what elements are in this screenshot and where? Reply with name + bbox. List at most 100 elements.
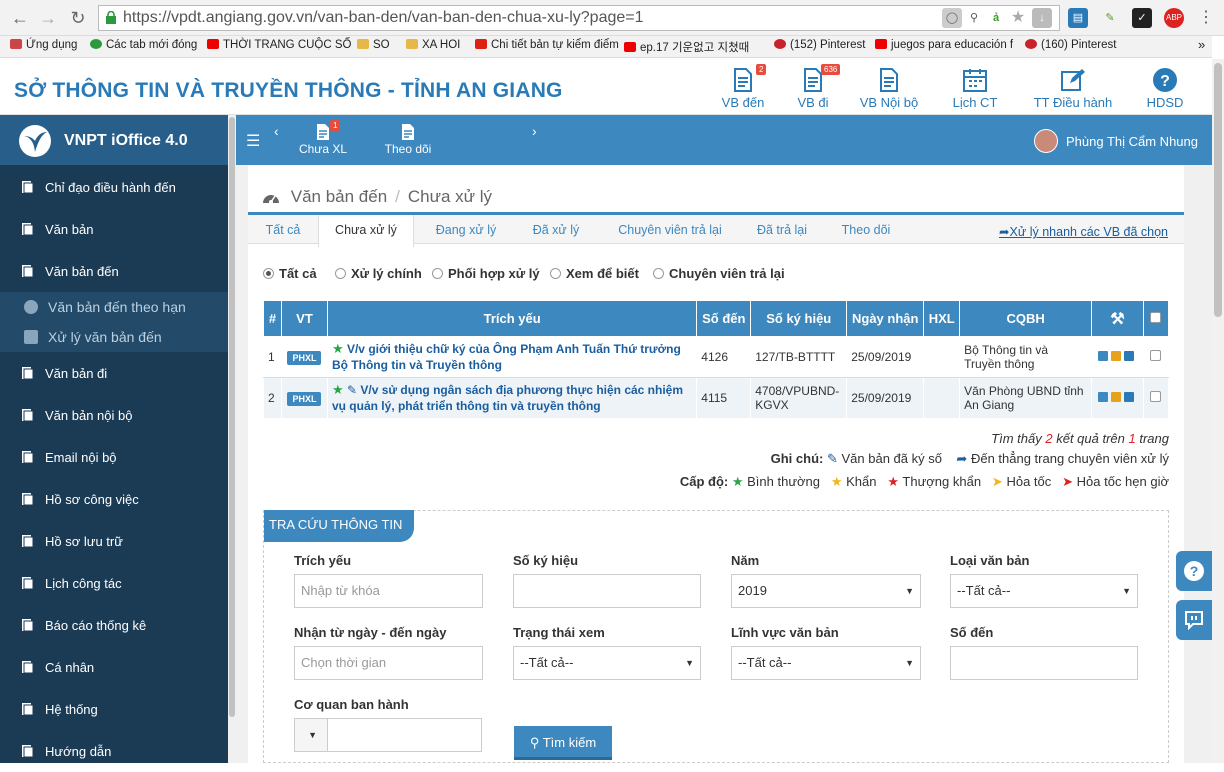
check-extension-icon[interactable]: ✓: [1132, 8, 1152, 28]
table-row[interactable]: 1 PHXL ★ V/v giới thiệu chữ ký của Ông P…: [263, 336, 1170, 378]
select-all-checkbox[interactable]: [1150, 312, 1162, 323]
trang-thai-select[interactable]: --Tất cả-- ▼: [513, 646, 701, 680]
filter-xu-ly-chinh[interactable]: Xử lý chính: [335, 266, 422, 281]
radio[interactable]: [432, 268, 443, 279]
help-float-button[interactable]: ?: [1176, 551, 1212, 591]
so-den-input[interactable]: [950, 646, 1138, 680]
co-quan-input[interactable]: [327, 718, 482, 752]
row-trich-yeu[interactable]: ★ V/v giới thiệu chữ ký của Ông Phạm Anh…: [326, 336, 698, 378]
row-select[interactable]: [1142, 377, 1170, 419]
share-icon[interactable]: [1123, 351, 1134, 361]
nav-vb-noi-bo[interactable]: VB Nội bộ: [856, 67, 922, 110]
filter-xem-de-biet[interactable]: Xem để biết: [550, 266, 639, 281]
search-button[interactable]: ⚲ Tìm kiếm: [514, 726, 612, 760]
nav-tt-dieu-hanh[interactable]: TT Điều hành: [1029, 67, 1117, 110]
shield-icon[interactable]: ◯: [942, 8, 962, 28]
sidebar-item-7[interactable]: Hồ sơ lưu trữ: [0, 520, 228, 562]
bookmark-apps[interactable]: Ứng dụng: [10, 39, 77, 51]
adblock-icon[interactable]: ABP: [1164, 8, 1184, 28]
tab-chua-xu-ly[interactable]: Chưa xử lý: [318, 215, 414, 247]
nav-lich-ct[interactable]: Lịch CT: [948, 67, 1002, 110]
nav-vb-di[interactable]: 636 VB đi: [795, 64, 841, 110]
sidebar-scroll-thumb[interactable]: [229, 117, 235, 717]
radio-checked[interactable]: [263, 268, 274, 279]
sidebar-item-8[interactable]: Lịch công tác: [0, 562, 228, 604]
tab-tat-ca[interactable]: Tất cả: [248, 215, 318, 246]
breadcrumb-parent[interactable]: Văn bản đến: [291, 187, 387, 206]
sidebar-subitem-1[interactable]: Xử lý văn bản đến: [0, 322, 228, 352]
org-chart-icon[interactable]: [1097, 351, 1108, 361]
bookmark-so[interactable]: SO: [357, 39, 390, 51]
sidebar-item-12[interactable]: Hướng dẫn: [0, 730, 228, 772]
star-icon[interactable]: ★: [1008, 8, 1028, 28]
chevron-left-icon[interactable]: ‹: [274, 123, 279, 139]
sidebar-subitem-0[interactable]: Văn bản đến theo hạn: [0, 292, 228, 322]
org-chart-icon[interactable]: [1097, 392, 1108, 402]
row-checkbox[interactable]: [1150, 350, 1162, 361]
sidebar-item-10[interactable]: Cá nhân: [0, 646, 228, 688]
reload-icon[interactable]: ↻: [68, 8, 88, 28]
radio[interactable]: [335, 268, 346, 279]
key-icon[interactable]: ⚲: [964, 8, 984, 28]
sidebar-item-5[interactable]: Email nội bộ: [0, 436, 228, 478]
tab-da-xu-ly[interactable]: Đã xử lý: [518, 215, 594, 246]
sidebar-item-11[interactable]: Hệ thống: [0, 688, 228, 730]
bookmark-juegos[interactable]: juegos para educación f: [875, 39, 1013, 51]
download-icon[interactable]: ↓: [1032, 8, 1052, 28]
chat-float-button[interactable]: [1176, 600, 1212, 640]
co-quan-dropdown[interactable]: ▼: [294, 718, 328, 752]
loai-van-ban-select[interactable]: --Tất cả-- ▼: [950, 574, 1138, 608]
chevron-right-icon[interactable]: ›: [532, 123, 537, 139]
clip-extension-icon[interactable]: ✎: [1100, 8, 1120, 28]
file-icon[interactable]: [1110, 351, 1121, 361]
translate-icon[interactable]: ả: [986, 8, 1006, 28]
table-row[interactable]: 2 PHXL ★ ✎ V/v sử dụng ngân sách địa phư…: [263, 377, 1170, 419]
linh-vuc-select[interactable]: --Tất cả-- ▼: [731, 646, 921, 680]
bookmark-recent-tabs[interactable]: Các tab mới đóng: [90, 39, 197, 51]
bookmarks-more[interactable]: »: [1198, 37, 1205, 52]
sidebar-item-4[interactable]: Văn bản nội bộ: [0, 394, 228, 436]
page-scroll-thumb[interactable]: [1214, 63, 1222, 317]
filter-phoi-hop[interactable]: Phối hợp xử lý: [432, 266, 540, 281]
nam-select[interactable]: 2019 ▼: [731, 574, 921, 608]
back-icon[interactable]: ←: [10, 8, 30, 28]
file-icon[interactable]: [1110, 392, 1121, 402]
sidebar-item-9[interactable]: Báo cáo thống kê: [0, 604, 228, 646]
radio[interactable]: [653, 268, 664, 279]
menu-toggle-icon[interactable]: ☰: [246, 131, 260, 151]
bookmark-chi-tiet[interactable]: Chi tiết bản tự kiểm điểm: [475, 39, 619, 51]
tab-dang-xu-ly[interactable]: Đang xử lý: [416, 215, 516, 246]
share-icon[interactable]: [1123, 392, 1134, 402]
sidebar-item-0[interactable]: Chỉ đạo điều hành đến: [0, 166, 228, 208]
menu-dots-icon[interactable]: ⋮: [1196, 8, 1216, 28]
tab-chuyen-vien-tra-lai[interactable]: Chuyên viên trả lại: [600, 215, 740, 246]
page-scrollbar[interactable]: [1212, 59, 1224, 763]
row-select[interactable]: [1142, 336, 1170, 378]
sidebar-scrollbar[interactable]: [228, 115, 236, 763]
user-menu[interactable]: Phùng Thị Cẩm Nhung: [1033, 129, 1198, 153]
sidebar-item-1[interactable]: Văn bản: [0, 208, 228, 250]
tool-theo-doi[interactable]: Theo dõi: [382, 123, 434, 156]
filter-tat-ca[interactable]: Tất cả: [263, 266, 317, 281]
nav-hdsd[interactable]: ? HDSD: [1144, 67, 1186, 110]
radio[interactable]: [550, 268, 561, 279]
tab-theo-doi[interactable]: Theo dõi: [826, 215, 906, 246]
bookmark-pinterest-160[interactable]: (160) Pinterest: [1025, 39, 1116, 51]
date-range-input[interactable]: Chọn thời gian: [294, 646, 483, 680]
quick-process-link[interactable]: ➦Xử lý nhanh các VB đã chọn: [999, 224, 1168, 239]
trich-yeu-input[interactable]: Nhập từ khóa: [294, 574, 483, 608]
bookmark-thoi-trang[interactable]: THỜI TRANG CUỘC SỐ: [207, 39, 352, 51]
brand[interactable]: VNPT iOffice 4.0: [0, 115, 228, 165]
row-checkbox[interactable]: [1150, 391, 1162, 402]
chart-extension-icon[interactable]: ▤: [1068, 8, 1088, 28]
filter-chuyen-vien-tra-lai[interactable]: Chuyên viên trả lại: [653, 266, 785, 281]
bookmark-ep17[interactable]: ep.17 기운없고 지쳤때: [624, 39, 749, 55]
bookmark-xa-hoi[interactable]: XA HOI: [406, 39, 460, 51]
row-trich-yeu[interactable]: ★ ✎ V/v sử dụng ngân sách địa phương thự…: [326, 377, 698, 419]
col-select-all[interactable]: [1142, 300, 1170, 337]
so-ky-hieu-input[interactable]: [513, 574, 701, 608]
address-bar[interactable]: https://vpdt.angiang.gov.vn/van-ban-den/…: [98, 5, 1060, 31]
tab-da-tra-lai[interactable]: Đã trả lại: [744, 215, 820, 246]
forward-icon[interactable]: →: [38, 8, 58, 28]
sidebar-item-6[interactable]: Hồ sơ công việc: [0, 478, 228, 520]
